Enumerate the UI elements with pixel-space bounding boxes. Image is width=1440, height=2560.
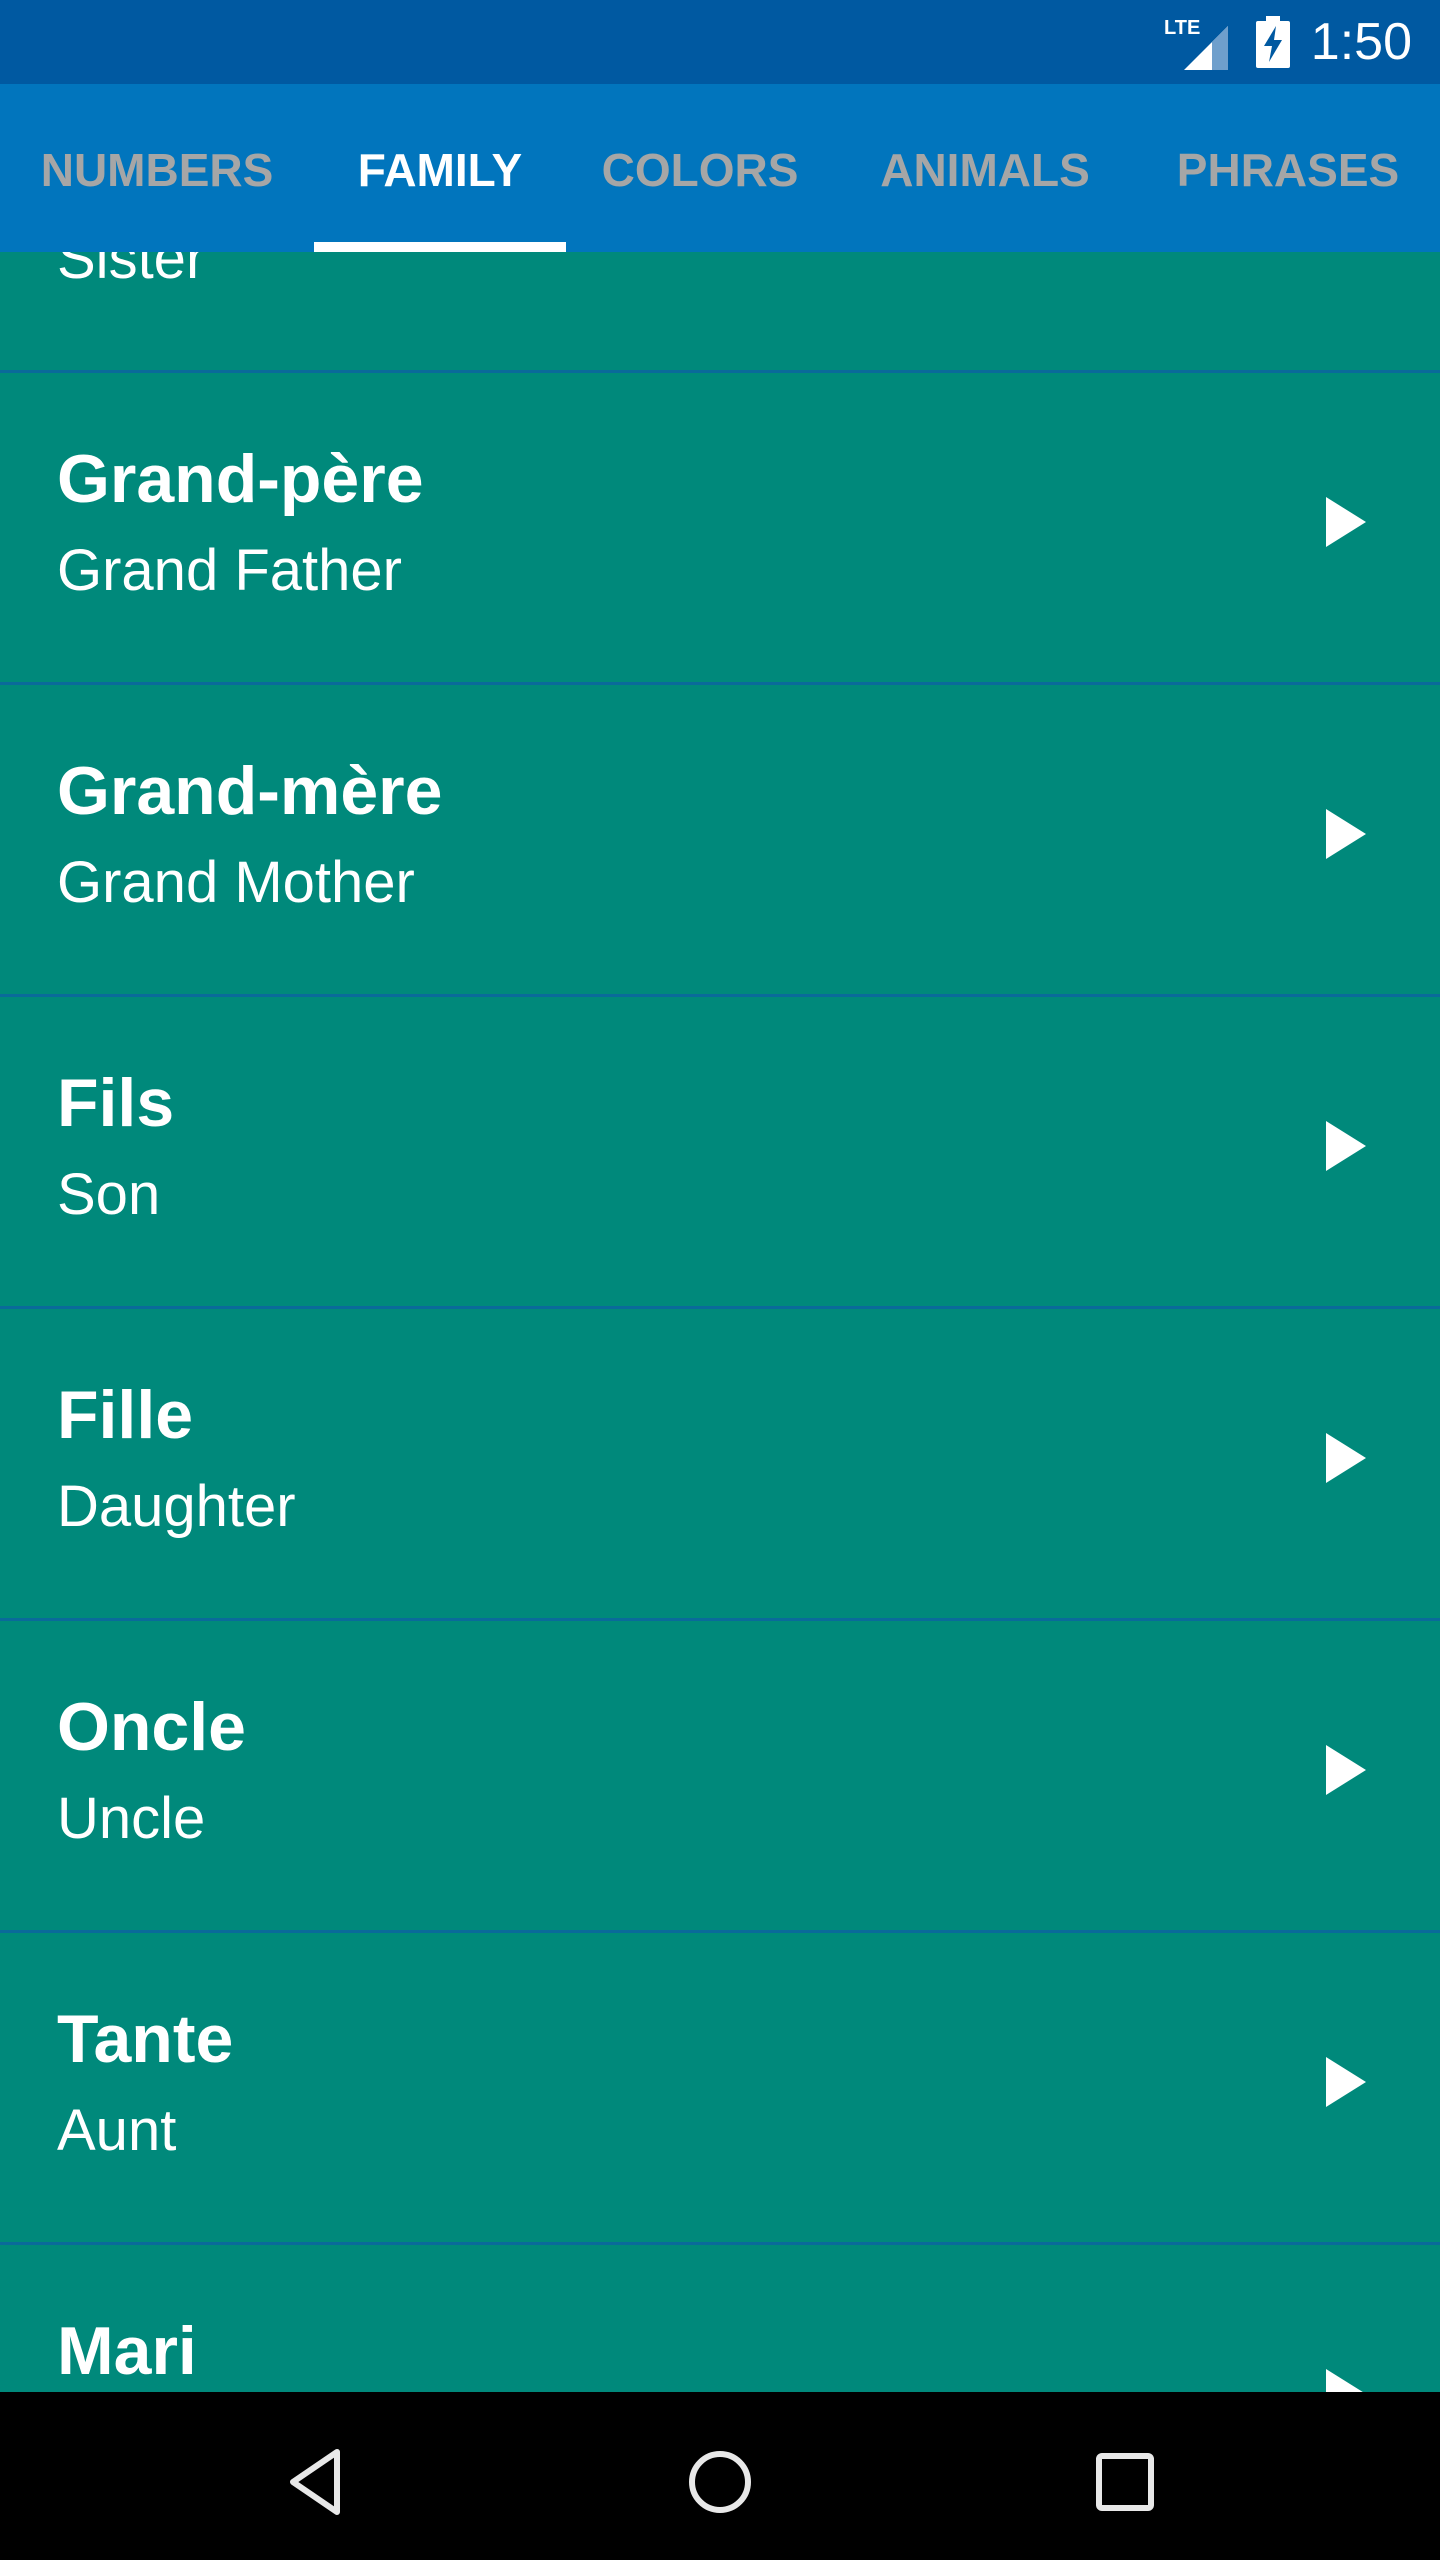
status-bar: LTE 1:50: [0, 0, 1440, 84]
tab-bar: NUMBERS FAMILY COLORS ANIMALS PHRASES: [0, 84, 1440, 252]
word-english: Grand Father: [57, 538, 402, 603]
word-english: Grand Mother: [57, 850, 415, 915]
play-icon[interactable]: [1326, 1433, 1366, 1483]
list-item[interactable]: Oncle Uncle: [0, 1621, 1440, 1933]
home-icon[interactable]: [680, 2442, 760, 2522]
word-french: Grand-père: [57, 441, 424, 517]
recents-icon[interactable]: [1085, 2442, 1165, 2522]
clock: 1:50: [1310, 13, 1412, 71]
list-item[interactable]: Fils Son: [0, 997, 1440, 1309]
tab-phrases[interactable]: PHRASES: [1136, 84, 1440, 252]
word-french: Grand-mère: [57, 753, 443, 829]
word-french: Fils: [57, 1065, 175, 1141]
list-item[interactable]: Sister: [0, 252, 1440, 373]
play-icon[interactable]: [1326, 809, 1366, 859]
tab-colors[interactable]: COLORS: [566, 84, 834, 252]
word-list[interactable]: Sister Grand-père Grand Father Grand-mère Gr…: [0, 252, 1440, 2392]
play-icon[interactable]: [1326, 1745, 1366, 1795]
play-icon[interactable]: [1326, 2369, 1366, 2392]
word-english: Aunt: [57, 2098, 177, 2163]
list-item[interactable]: Grand-père Grand Father: [0, 373, 1440, 685]
word-french: Oncle: [57, 1689, 246, 1765]
lte-signal-icon: LTE: [1164, 17, 1228, 70]
tab-animals[interactable]: ANIMALS: [834, 84, 1136, 252]
list-item[interactable]: Mari: [0, 2245, 1440, 2392]
navigation-bar: [0, 2392, 1440, 2560]
back-icon[interactable]: [275, 2442, 355, 2522]
list-item[interactable]: Grand-mère Grand Mother: [0, 685, 1440, 997]
svg-text:LTE: LTE: [1164, 17, 1200, 39]
play-icon[interactable]: [1326, 1121, 1366, 1171]
play-icon[interactable]: [1326, 497, 1366, 547]
tab-numbers[interactable]: NUMBERS: [0, 84, 314, 252]
word-english: Daughter: [57, 1474, 296, 1539]
play-icon[interactable]: [1326, 2057, 1366, 2107]
word-english: Son: [57, 1162, 161, 1227]
word-english: Uncle: [57, 1786, 206, 1851]
tab-indicator: [314, 242, 566, 252]
list-item[interactable]: Tante Aunt: [0, 1933, 1440, 2245]
word-french: Tante: [57, 2001, 234, 2077]
tab-family[interactable]: FAMILY: [314, 84, 566, 252]
word-english: Sister: [57, 252, 206, 291]
battery-charging-icon: [1256, 16, 1290, 68]
word-french: Fille: [57, 1377, 194, 1453]
word-french: Mari: [57, 2313, 197, 2389]
list-item[interactable]: Fille Daughter: [0, 1309, 1440, 1621]
